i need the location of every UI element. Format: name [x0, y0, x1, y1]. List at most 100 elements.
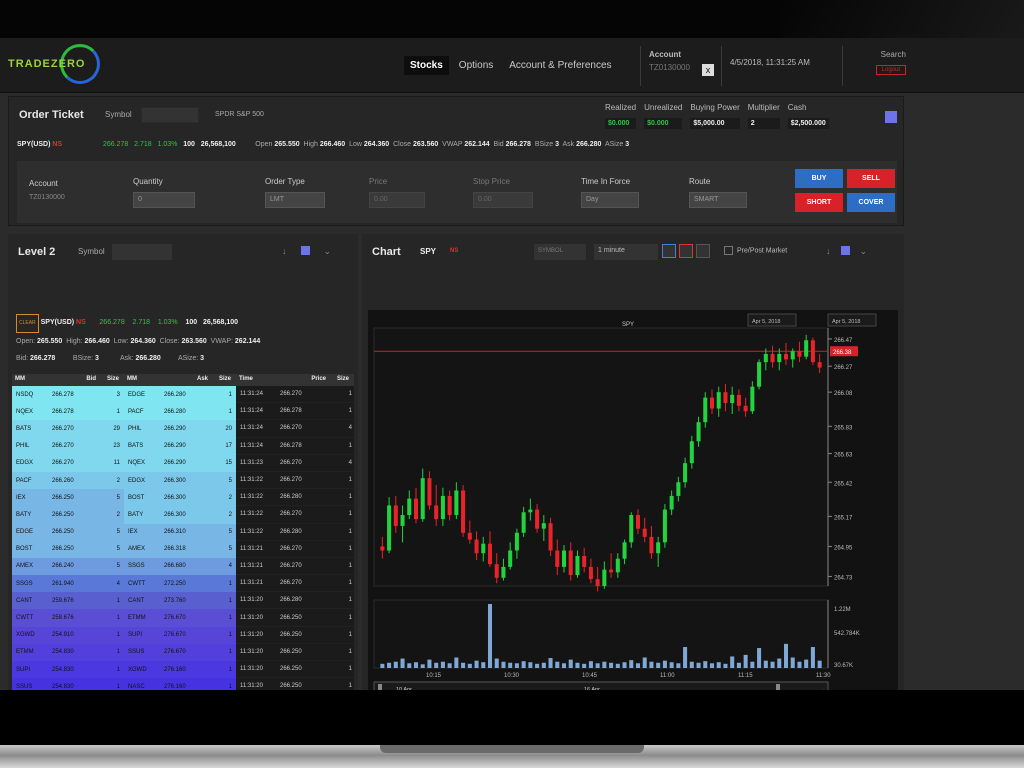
- book-row[interactable]: PHIL 266.290 20: [124, 420, 236, 438]
- trade-row[interactable]: 11:31:21 266.270 1: [236, 575, 354, 593]
- trade-row[interactable]: 11:31:20 266.280 1: [236, 592, 354, 610]
- checkbox-icon[interactable]: [724, 246, 733, 255]
- route-select[interactable]: SMART: [689, 192, 747, 208]
- book-row[interactable]: EDGX 266.300 5: [124, 471, 236, 490]
- trade-row[interactable]: 11:31:21 266.270 1: [236, 541, 354, 558]
- book-row[interactable]: AMEX 266.318 5: [124, 540, 236, 558]
- book-row[interactable]: ETMM 276.670 1: [124, 609, 236, 627]
- book-row[interactable]: EDGX 266.270 11: [12, 454, 124, 472]
- trade-row[interactable]: 11:31:24 266.270 1: [236, 386, 354, 404]
- buy-button[interactable]: BUY: [795, 169, 843, 188]
- book-row[interactable]: SUPI 276.670 1: [124, 626, 236, 644]
- nav-options[interactable]: Options: [453, 56, 499, 75]
- book-row[interactable]: IEX 266.310 5: [124, 523, 236, 541]
- level2-symbol-input[interactable]: [112, 244, 172, 260]
- color-picker-icon[interactable]: [679, 244, 693, 258]
- trade-row[interactable]: 11:31:20 266.250 1: [236, 678, 354, 690]
- search-label[interactable]: Search: [843, 50, 906, 59]
- ticket-settings-icon[interactable]: [885, 111, 897, 123]
- symbol-input[interactable]: [141, 107, 199, 123]
- short-button[interactable]: SHORT: [795, 193, 843, 212]
- book-row[interactable]: XGWD 276.160 1: [124, 661, 236, 679]
- book-row[interactable]: BATS 266.270 29: [12, 420, 124, 438]
- book-row[interactable]: PHIL 266.270 23: [12, 437, 124, 455]
- cover-button[interactable]: COVER: [847, 193, 895, 212]
- trade-cell-p: 266.270: [280, 511, 302, 518]
- prepost-checkbox[interactable]: Pre/Post Market: [724, 246, 787, 255]
- book-row[interactable]: PACF 266.260 2: [12, 471, 124, 490]
- chart-symbol-input[interactable]: SYMBOL: [534, 244, 586, 260]
- col-trade-size[interactable]: Size: [334, 374, 354, 386]
- draw-line-icon[interactable]: [662, 244, 676, 258]
- download-icon[interactable]: ↓: [282, 246, 287, 257]
- book-row[interactable]: SSUS 276.670 1: [124, 643, 236, 661]
- trade-row[interactable]: 11:31:20 266.250 1: [236, 661, 354, 679]
- col-price[interactable]: Price: [280, 374, 334, 386]
- trade-row[interactable]: 11:31:22 266.280 1: [236, 489, 354, 507]
- book-row[interactable]: EDGE 266.250 5: [12, 523, 124, 541]
- trade-row[interactable]: 11:31:22 266.270 1: [236, 506, 354, 524]
- book-row[interactable]: PACF 266.280 1: [124, 403, 236, 421]
- book-row[interactable]: AMEX 266.240 5: [12, 557, 124, 576]
- col-bid-size[interactable]: Size: [104, 374, 124, 386]
- nav-account-preferences[interactable]: Account & Preferences: [503, 56, 617, 75]
- col-mm[interactable]: MM: [12, 374, 52, 386]
- col-bid[interactable]: Bid: [52, 374, 104, 386]
- book-row[interactable]: BOST 266.250 5: [12, 540, 124, 558]
- trade-row[interactable]: 11:31:24 266.278 1: [236, 438, 354, 455]
- sell-button[interactable]: SELL: [847, 169, 895, 188]
- trade-row[interactable]: 11:31:20 266.250 1: [236, 609, 354, 627]
- chevron-down-icon[interactable]: ⌄: [324, 246, 332, 257]
- book-row[interactable]: EDGE 266.280 1: [124, 386, 236, 404]
- settings-square-icon[interactable]: [300, 246, 310, 255]
- book-row[interactable]: SSGS 261.940 4: [12, 575, 124, 593]
- time-in-force-select[interactable]: Day: [581, 192, 639, 208]
- trade-row[interactable]: 11:31:24 266.270 4: [236, 420, 354, 438]
- col-ask-size[interactable]: Size: [216, 374, 236, 386]
- trade-row[interactable]: 11:31:20 266.250 1: [236, 627, 354, 644]
- book-row[interactable]: BATS 266.290 17: [124, 437, 236, 455]
- price-input[interactable]: 0.00: [369, 192, 425, 208]
- trade-row[interactable]: 11:31:23 266.270 4: [236, 455, 354, 472]
- col-time[interactable]: Time: [236, 374, 280, 386]
- book-row[interactable]: SSGS 266.680 4: [124, 557, 236, 576]
- stop-price-input[interactable]: 0.00: [473, 192, 533, 208]
- account-clear-icon[interactable]: x: [702, 64, 714, 76]
- trade-row[interactable]: 11:31:22 266.280 1: [236, 524, 354, 541]
- candle-body: [669, 495, 674, 510]
- settings-square-icon[interactable]: [840, 246, 850, 255]
- book-row[interactable]: BATY 266.300 2: [124, 506, 236, 524]
- download-icon[interactable]: ↓: [826, 246, 831, 257]
- book-row[interactable]: CWTT 258.676 1: [12, 609, 124, 627]
- logout-button[interactable]: Logout: [875, 65, 906, 75]
- price-chart[interactable]: 266.47 266.27 266.08 265.83 265.63 265.42 265.…: [368, 310, 898, 690]
- book-row[interactable]: NQEX 266.278 1: [12, 403, 124, 421]
- book-row[interactable]: BOST 266.300 2: [124, 489, 236, 507]
- book-row[interactable]: CANT 273.760 1: [124, 592, 236, 610]
- book-row[interactable]: CWTT 272.250 1: [124, 575, 236, 593]
- col-ask[interactable]: Ask: [164, 374, 216, 386]
- trade-row[interactable]: 11:31:20 266.250 1: [236, 644, 354, 661]
- book-row[interactable]: XGWD 254.910 1: [12, 626, 124, 644]
- order-type-select[interactable]: LMT: [265, 192, 325, 208]
- book-row[interactable]: CANT 259.676 1: [12, 592, 124, 610]
- book-row[interactable]: BATY 266.250 2: [12, 506, 124, 524]
- clear-badge[interactable]: CLEAR: [16, 314, 39, 333]
- book-row[interactable]: ETMM 254.830 1: [12, 643, 124, 661]
- book-row[interactable]: IEX 266.250 5: [12, 489, 124, 507]
- link-icon[interactable]: [696, 244, 710, 258]
- trade-row[interactable]: 11:31:21 266.270 1: [236, 558, 354, 576]
- col-ask-mm[interactable]: MM: [124, 374, 164, 386]
- tradezero-logo[interactable]: TRADEZERO: [8, 42, 118, 86]
- trade-row[interactable]: 11:31:22 266.270 1: [236, 472, 354, 490]
- book-row[interactable]: SUPI 254.830 1: [12, 661, 124, 679]
- interval-select[interactable]: 1 minute: [594, 244, 658, 260]
- book-row[interactable]: NSDQ 266.278 3: [12, 386, 124, 404]
- book-row[interactable]: NQEX 266.290 15: [124, 454, 236, 472]
- nav-stocks[interactable]: Stocks: [404, 56, 449, 75]
- book-row[interactable]: NASC 276.160 1: [124, 678, 236, 690]
- quantity-stepper[interactable]: 0: [133, 192, 195, 208]
- book-row[interactable]: SSUS 254.830 1: [12, 678, 124, 690]
- chevron-down-icon[interactable]: ⌄: [860, 246, 868, 257]
- trade-row[interactable]: 11:31:24 266.278 1: [236, 403, 354, 421]
